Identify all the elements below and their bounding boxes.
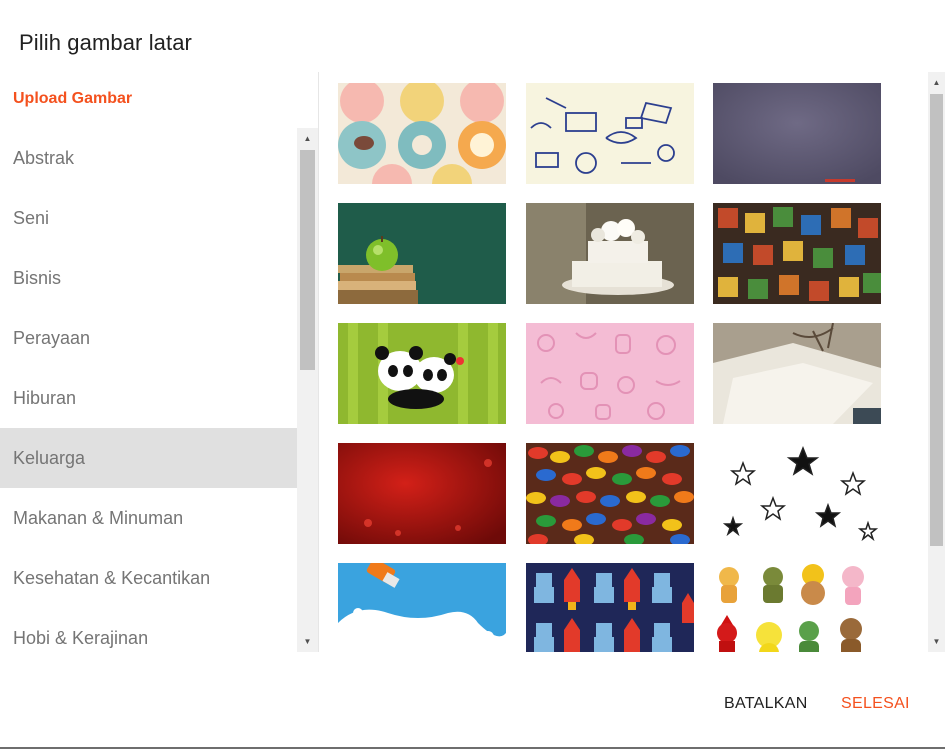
- scroll-up-icon[interactable]: ▲: [928, 74, 945, 91]
- alphabet-blocks-image[interactable]: [713, 203, 881, 304]
- category-item[interactable]: Kesehatan & Kecantikan: [0, 548, 297, 608]
- paint-splash-image[interactable]: [338, 563, 506, 652]
- open-books-image[interactable]: [713, 323, 881, 424]
- apple-books-chalkboard-image[interactable]: [338, 203, 506, 304]
- category-scrollbar[interactable]: ▲ ▼: [297, 128, 318, 652]
- floral-pattern-image[interactable]: [338, 83, 506, 184]
- category-item[interactable]: Perayaan: [0, 308, 297, 368]
- baby-pattern-image[interactable]: [526, 323, 694, 424]
- category-item[interactable]: Seni: [0, 188, 297, 248]
- scroll-down-icon[interactable]: ▼: [928, 633, 945, 650]
- background-picker-dialog: Pilih gambar latar Upload Gambar Abstrak…: [0, 0, 945, 749]
- image-grid: [338, 83, 898, 652]
- cancel-button[interactable]: BATALKAN: [724, 695, 808, 713]
- scrollbar-thumb[interactable]: [300, 150, 315, 370]
- wedding-cake-image[interactable]: [526, 203, 694, 304]
- doodle-school-image[interactable]: [526, 83, 694, 184]
- category-item[interactable]: Keluarga: [0, 428, 297, 488]
- category-item[interactable]: Hiburan: [0, 368, 297, 428]
- upload-image-link[interactable]: Upload Gambar: [13, 90, 132, 108]
- slate-chalkboard-image[interactable]: [713, 83, 881, 184]
- done-button[interactable]: SELESAI: [841, 695, 910, 713]
- robots-rockets-image[interactable]: [526, 563, 694, 652]
- category-item[interactable]: Abstrak: [0, 128, 297, 188]
- jelly-beans-image[interactable]: [526, 443, 694, 544]
- scroll-down-icon[interactable]: ▼: [297, 633, 318, 650]
- animal-characters-image[interactable]: [713, 563, 881, 652]
- divider: [318, 72, 319, 652]
- category-item[interactable]: Bisnis: [0, 248, 297, 308]
- category-item[interactable]: Makanan & Minuman: [0, 488, 297, 548]
- red-hearts-image[interactable]: [338, 443, 506, 544]
- panda-couple-image[interactable]: [338, 323, 506, 424]
- stars-pattern-image[interactable]: [713, 443, 881, 544]
- scrollbar-thumb[interactable]: [930, 94, 943, 546]
- image-grid-scrollbar[interactable]: ▲ ▼: [928, 72, 945, 652]
- dialog-title: Pilih gambar latar: [19, 30, 192, 55]
- scroll-up-icon[interactable]: ▲: [297, 130, 318, 147]
- category-item[interactable]: Hobi & Kerajinan: [0, 608, 297, 652]
- category-list: Abstrak Seni Bisnis Perayaan Hiburan Keluarga…: [0, 128, 297, 652]
